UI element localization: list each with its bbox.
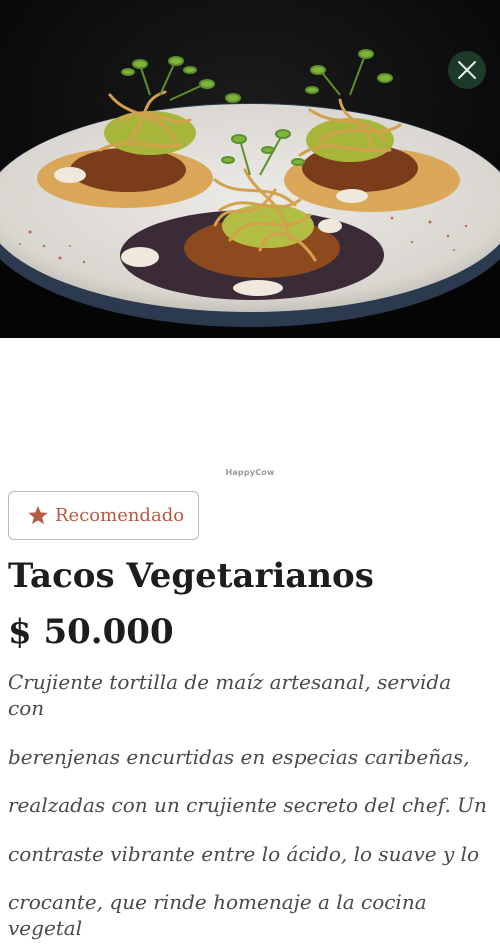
recommended-badge[interactable]: Recomendado [8, 491, 199, 540]
description-paragraph: contraste vibrante entre lo ácido, lo su… [8, 842, 480, 866]
dish-photo-illustration [0, 0, 500, 338]
description-paragraph: crocante, que rinde homenaje a la cocina… [8, 890, 427, 940]
description-paragraph: realzadas con un crujiente secreto del c… [8, 793, 487, 817]
star-icon [28, 505, 48, 525]
badge-label: Recomendado [55, 505, 185, 526]
description-paragraph: berenjenas encurtidas en especias caribe… [8, 745, 470, 769]
close-button[interactable] [448, 51, 486, 89]
close-icon [458, 61, 476, 79]
dish-photo [0, 0, 500, 338]
watermark: HappyCow [225, 468, 275, 477]
dish-price: $ 50.000 [8, 612, 174, 652]
dish-title: Tacos Vegetarianos [8, 556, 374, 596]
description-paragraph: Crujiente tortilla de maíz artesanal, se… [8, 670, 452, 720]
